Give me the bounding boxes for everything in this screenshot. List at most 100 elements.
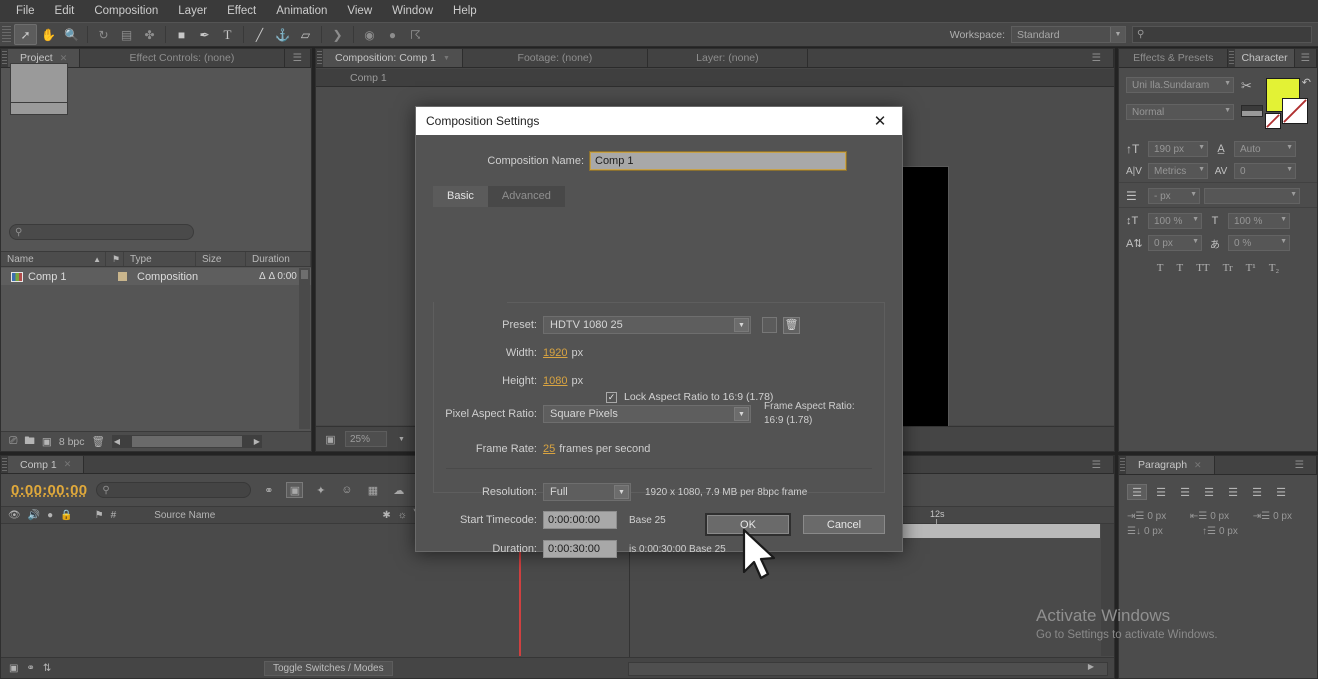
tab-advanced[interactable]: Advanced (488, 186, 565, 207)
eyedropper-icon[interactable]: ✂ (1241, 78, 1252, 94)
tracking-input[interactable]: 0 ▼ (1234, 163, 1296, 179)
justify-last-right-icon[interactable]: ☰ (1247, 484, 1267, 500)
paragraph-panel-menu[interactable]: ☰ (1215, 456, 1317, 474)
column-header-source-name[interactable]: Source Name (154, 510, 215, 521)
type-tool-icon[interactable]: T (216, 24, 239, 45)
always-preview-icon[interactable]: ▣ (322, 431, 339, 447)
solo-icon[interactable]: ● (47, 510, 53, 521)
hide-shy-layers-icon[interactable]: ☺ (338, 482, 355, 498)
tab-timeline-comp[interactable]: Comp 1 ✕ (8, 456, 84, 473)
new-composition-icon[interactable]: ⎚ (9, 435, 17, 448)
tab-character[interactable]: Character (1235, 49, 1294, 67)
transfer-controls-icon[interactable]: ⚭ (26, 663, 34, 674)
zoom-tool-icon[interactable]: 🔍 (60, 24, 83, 45)
bottom-right-scrollbar[interactable] (628, 662, 1108, 676)
faux-bold-button[interactable]: T (1157, 262, 1164, 274)
subscript-button[interactable]: T₂ (1269, 262, 1280, 274)
column-header-label[interactable]: ⚑ (106, 252, 124, 266)
puppet-pin-tool-icon[interactable]: ◉ (358, 24, 381, 45)
scrollbar-thumb[interactable] (132, 436, 242, 447)
column-header-duration[interactable]: Duration (246, 252, 311, 266)
label-tag-icon[interactable]: ⚑ (95, 510, 104, 521)
stretch-icon[interactable]: ⇅ (43, 663, 51, 674)
timeline-panel-grip[interactable] (1, 456, 8, 473)
puppet-overlap-tool-icon[interactable]: ● (381, 24, 404, 45)
bit-depth-label[interactable]: 8 bpc (59, 436, 85, 448)
all-caps-button[interactable]: TT (1196, 262, 1209, 274)
font-size-input[interactable]: 190 px ▼ (1148, 141, 1208, 157)
vertical-scale-input[interactable]: 100 % ▼ (1148, 213, 1202, 229)
global-search-box[interactable]: ⚲ (1132, 26, 1312, 43)
align-right-icon[interactable]: ☰ (1175, 484, 1195, 500)
lock-icon[interactable]: 🔒 (60, 510, 72, 521)
roto-brush-tool-icon[interactable]: ❯ (326, 24, 349, 45)
justify-all-icon[interactable]: ☰ (1271, 484, 1291, 500)
swap-fill-stroke-icon[interactable]: ↶ (1302, 76, 1311, 89)
pan-behind-tool-icon[interactable]: ✤ (138, 24, 161, 45)
justify-last-center-icon[interactable]: ☰ (1223, 484, 1243, 500)
preset-select[interactable]: HDTV 1080 25 ▼ (543, 316, 751, 334)
audio-icon[interactable]: 🔊 (28, 510, 40, 521)
frame-rate-value[interactable]: 25 (543, 443, 555, 455)
tab-effect-controls[interactable]: Effect Controls: (none) (80, 49, 284, 67)
project-horizontal-scrollbar[interactable]: ◀ ▶ (112, 435, 262, 448)
clone-stamp-tool-icon[interactable]: ⚓ (271, 24, 294, 45)
close-icon[interactable]: ✕ (64, 459, 72, 470)
toolbar-grip[interactable] (2, 26, 11, 43)
menu-item-window[interactable]: Window (382, 0, 443, 22)
close-icon[interactable]: ✕ (1194, 460, 1202, 471)
resolution-select[interactable]: Full ▼ (543, 483, 631, 501)
camera-tool-icon[interactable]: ▤ (115, 24, 138, 45)
menu-item-file[interactable]: File (6, 0, 45, 22)
fill-stroke-reset-icon[interactable] (1241, 105, 1263, 117)
menu-item-animation[interactable]: Animation (266, 0, 337, 22)
column-header-name[interactable]: Name ▲ (1, 252, 106, 266)
chevron-down-icon[interactable]: ▼ (393, 431, 410, 447)
checkbox-icon[interactable]: ✓ (606, 392, 617, 403)
scroll-up-arrow-icon[interactable] (301, 270, 308, 279)
workspace-select[interactable]: Standard ▼ (1011, 26, 1126, 43)
frame-blending-icon[interactable]: ▦ (364, 482, 381, 498)
puppet-starch-tool-icon[interactable]: ☈ (404, 24, 427, 45)
tab-effects-and-presets[interactable]: Effects & Presets (1119, 49, 1228, 67)
tab-footage[interactable]: Footage: (none) (463, 49, 648, 67)
scroll-left-arrow-icon[interactable]: ◀ (112, 437, 120, 446)
live-update-icon[interactable]: ▣ (286, 482, 303, 498)
menu-item-view[interactable]: View (337, 0, 382, 22)
indent-right-value[interactable]: 0 px (1210, 511, 1250, 522)
stroke-width-input[interactable]: - px ▼ (1148, 188, 1200, 204)
project-settings-icon[interactable]: ▣ (42, 436, 52, 448)
timeline-search-input[interactable]: ⚲ (96, 482, 251, 498)
project-panel-menu[interactable]: ☰ (285, 49, 311, 67)
bottom-right-scroll-arrow-icon[interactable]: ▶ (1084, 662, 1098, 676)
project-panel-grip[interactable] (1, 49, 8, 67)
faux-italic-button[interactable]: T (1176, 262, 1183, 274)
column-header-size[interactable]: Size (196, 252, 246, 266)
delete-preset-icon[interactable]: 🗑 (783, 317, 800, 334)
column-header-type[interactable]: Type (124, 252, 196, 266)
small-caps-button[interactable]: Tr (1223, 262, 1233, 274)
height-value[interactable]: 1080 (543, 375, 567, 387)
draft-3d-icon[interactable]: ✦ (312, 482, 329, 498)
baseline-shift-input[interactable]: 0 px ▼ (1148, 235, 1202, 251)
project-list-item[interactable]: Comp 1 Composition Δ Δ 0:00 (1, 268, 311, 285)
new-folder-icon[interactable]: 🖿 (24, 433, 35, 451)
menu-item-layer[interactable]: Layer (168, 0, 217, 22)
dialog-title-bar[interactable]: Composition Settings ✕ (416, 107, 902, 135)
width-value[interactable]: 1920 (543, 347, 567, 359)
comp-panel-grip[interactable] (316, 49, 323, 67)
justify-last-left-icon[interactable]: ☰ (1199, 484, 1219, 500)
timeline-current-timecode[interactable]: 0:00:00:00 (11, 482, 87, 499)
menu-item-effect[interactable]: Effect (217, 0, 266, 22)
leading-input[interactable]: Auto ▼ (1234, 141, 1296, 157)
tab-composition[interactable]: Composition: Comp 1 ▼ (323, 49, 463, 67)
selection-tool-icon[interactable]: ➚ (14, 24, 37, 45)
font-style-select[interactable]: Normal ▼ (1126, 104, 1234, 120)
stroke-order-select[interactable]: ▼ (1204, 188, 1300, 204)
video-visibility-icon[interactable]: 👁 (8, 510, 21, 521)
composition-mini-flowchart-icon[interactable]: ⚭ (260, 482, 277, 498)
project-search-input[interactable]: ⚲ (9, 224, 194, 240)
eraser-tool-icon[interactable]: ▱ (294, 24, 317, 45)
close-icon[interactable]: ✕ (858, 107, 902, 135)
superscript-button[interactable]: T¹ (1246, 262, 1256, 274)
